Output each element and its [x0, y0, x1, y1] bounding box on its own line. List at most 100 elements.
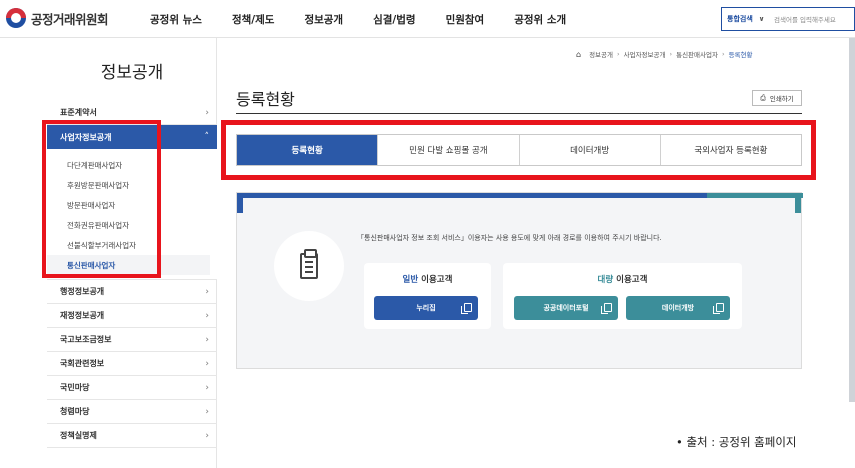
- logo-text: 공정거래위원회: [31, 11, 109, 27]
- nav-item-civil[interactable]: 민원참여: [446, 12, 485, 27]
- service-notice: 「통신판매사업자 정보 조회 서비스」이용자는 사용 용도에 맞게 아래 경로를…: [357, 234, 662, 242]
- sidebar-item-subsidy-info[interactable]: 국고보조금정보 ›: [47, 328, 217, 352]
- content-tabs: 등록현황 민원 다발 쇼핑몰 공개 데이터개방 국외사업자 등록현황: [236, 134, 802, 166]
- chevron-right-icon: ›: [205, 430, 209, 441]
- chevron-down-icon: ∨: [758, 15, 765, 23]
- sidebar-item-label: 청렴마당: [60, 407, 90, 416]
- chevron-right-icon: ›: [205, 310, 209, 321]
- sidebar-item-label: 정책실명제: [60, 431, 97, 440]
- general-users-card: 일반 이용고객 누리집: [364, 263, 491, 329]
- nav-item-info[interactable]: 정보공개: [304, 12, 343, 27]
- home-icon[interactable]: ⌂: [576, 50, 581, 59]
- sidebar-item-finance-info[interactable]: 재정정보공개 ›: [47, 304, 217, 328]
- sub-item-mail-order[interactable]: 통신판매사업자: [47, 255, 210, 275]
- search-box: 통합검색 ∨ 검색어를 입력해주세요: [721, 7, 855, 31]
- chevron-right-icon: ›: [669, 50, 673, 58]
- nav-item-news[interactable]: 공정위 뉴스: [150, 12, 202, 27]
- sub-item-multilevel[interactable]: 다단계판매사업자: [47, 155, 217, 175]
- sidebar-item-assembly-info[interactable]: 국회관련정보 ›: [47, 352, 217, 376]
- nav-item-law[interactable]: 심결/법령: [373, 12, 415, 27]
- breadcrumb-current: 등록현황: [728, 51, 753, 59]
- sub-item-sponsored-visit[interactable]: 후원방문판매사업자: [47, 175, 217, 195]
- sidebar-item-citizen[interactable]: 국민마당 ›: [47, 376, 217, 400]
- panel-accent-bar: [795, 193, 801, 213]
- homepage-button[interactable]: 누리집: [374, 296, 478, 320]
- sidebar-item-label: 국고보조금정보: [60, 335, 112, 344]
- breadcrumb-item[interactable]: 정보공개: [589, 49, 613, 59]
- print-label: 인쇄하기: [769, 95, 794, 103]
- clipboard-line: [305, 266, 313, 268]
- sidebar: 정보공개 표준계약서 › 사업자정보공개 ˄ 다단계판매사업자 후원방문판매사업…: [47, 38, 217, 468]
- sub-item-door-to-door[interactable]: 방문판매사업자: [47, 195, 217, 215]
- card-title-rest: 이용고객: [418, 275, 453, 285]
- clipboard-icon-badge: [274, 231, 344, 301]
- button-label: 누리집: [416, 304, 436, 312]
- sidebar-title: 정보공개: [100, 63, 164, 83]
- sidebar-item-standard-contract[interactable]: 표준계약서 ›: [47, 101, 217, 125]
- clipboard-line: [305, 261, 313, 263]
- clipboard-icon: [300, 249, 318, 279]
- chevron-right-icon: ›: [205, 382, 209, 393]
- sidebar-item-policy-name[interactable]: 정책실명제 ›: [47, 424, 217, 448]
- sidebar-item-label: 재정정보공개: [60, 311, 105, 320]
- page-scrollbar[interactable]: [849, 38, 855, 402]
- fair-trade-logo-icon: [6, 8, 26, 28]
- breadcrumb-item[interactable]: 사업자정보공개: [624, 49, 666, 59]
- search-scope-select[interactable]: 통합검색 ∨: [722, 14, 774, 24]
- breadcrumb-item[interactable]: 통신판매사업자: [676, 49, 718, 59]
- copy-link-icon: [713, 303, 724, 314]
- copy-link-icon: [461, 303, 472, 314]
- sidebar-item-label: 사업자정보공개: [60, 132, 112, 142]
- tab-registration-status[interactable]: 등록현황: [237, 135, 379, 165]
- sub-item-prepaid-installment[interactable]: 선불식할부거래사업자: [47, 235, 217, 255]
- title-divider: [236, 113, 802, 114]
- sidebar-item-business-info[interactable]: 사업자정보공개 ˄: [47, 125, 217, 149]
- sidebar-item-label: 국민마당: [60, 383, 90, 392]
- source-caption: • 출처 : 공정위 홈페이지: [676, 435, 797, 449]
- nav-item-policy[interactable]: 정책/제도: [232, 12, 274, 27]
- page-title: 등록현황: [236, 90, 295, 109]
- public-data-portal-button[interactable]: 공공데이터포털: [514, 296, 618, 320]
- tab-foreign-business[interactable]: 국외사업자 등록현황: [660, 135, 801, 165]
- open-data-button[interactable]: 데이터개방: [626, 296, 730, 320]
- card-title: 일반 이용고객: [364, 273, 491, 285]
- chevron-right-icon: ›: [205, 286, 209, 297]
- printer-icon: ⎙: [760, 93, 766, 102]
- tab-open-data[interactable]: 데이터개방: [519, 135, 661, 165]
- chevron-right-icon: ›: [205, 358, 209, 369]
- chevron-up-icon: ˄: [204, 132, 210, 142]
- chevron-right-icon: ›: [205, 406, 209, 417]
- button-label: 공공데이터포털: [543, 304, 589, 312]
- sidebar-submenu: 다단계판매사업자 후원방문판매사업자 방문판매사업자 전화권유판매사업자 선불식…: [47, 149, 217, 280]
- chevron-right-icon: ›: [617, 50, 620, 58]
- card-title-rest: 이용고객: [613, 275, 648, 285]
- sidebar-item-label: 표준계약서: [60, 108, 97, 117]
- card-title-accent: 대량: [597, 275, 614, 285]
- card-title: 대량 이용고객: [503, 273, 742, 285]
- search-scope-label: 통합검색: [727, 15, 753, 23]
- chevron-right-icon: ›: [205, 334, 209, 345]
- tab-complaint-malls[interactable]: 민원 다발 쇼핑몰 공개: [378, 135, 520, 165]
- sidebar-menu: 표준계약서 › 사업자정보공개 ˄ 다단계판매사업자 후원방문판매사업자 방문판…: [47, 101, 217, 448]
- panel-accent-bar: [237, 193, 243, 213]
- nav-item-about[interactable]: 공정위 소개: [514, 12, 566, 27]
- clipboard-line: [305, 271, 313, 273]
- site-header: 공정거래위원회 공정위 뉴스 정책/제도 정보공개 심결/법령 민원참여 공정위…: [0, 0, 855, 38]
- button-label: 데이터개방: [661, 304, 695, 312]
- breadcrumb: ⌂ 정보공개 › 사업자정보공개 › 통신판매사업자 › 등록현황: [576, 49, 753, 60]
- sidebar-item-admin-info[interactable]: 행정정보공개 ›: [47, 280, 217, 304]
- sidebar-item-label: 행정정보공개: [60, 287, 105, 296]
- bulk-users-card: 대량 이용고객 공공데이터포털 데이터개방: [503, 263, 742, 329]
- sidebar-item-integrity[interactable]: 청렴마당 ›: [47, 400, 217, 424]
- site-logo[interactable]: 공정거래위원회: [6, 8, 109, 28]
- print-button[interactable]: ⎙ 인쇄하기: [752, 90, 802, 106]
- chevron-right-icon: ›: [205, 107, 209, 118]
- sidebar-item-label: 국회관련정보: [60, 359, 105, 368]
- panel-accent-bar: [707, 193, 803, 198]
- main-nav: 공정위 뉴스 정책/제도 정보공개 심결/법령 민원참여 공정위 소개: [150, 12, 596, 27]
- card-title-accent: 일반: [402, 275, 419, 285]
- chevron-right-icon: ›: [721, 50, 725, 58]
- search-input[interactable]: 검색어를 입력해주세요: [774, 14, 836, 24]
- sub-item-telemarketing[interactable]: 전화권유판매사업자: [47, 215, 217, 235]
- service-panel: 「통신판매사업자 정보 조회 서비스」이용자는 사용 용도에 맞게 아래 경로를…: [236, 192, 803, 369]
